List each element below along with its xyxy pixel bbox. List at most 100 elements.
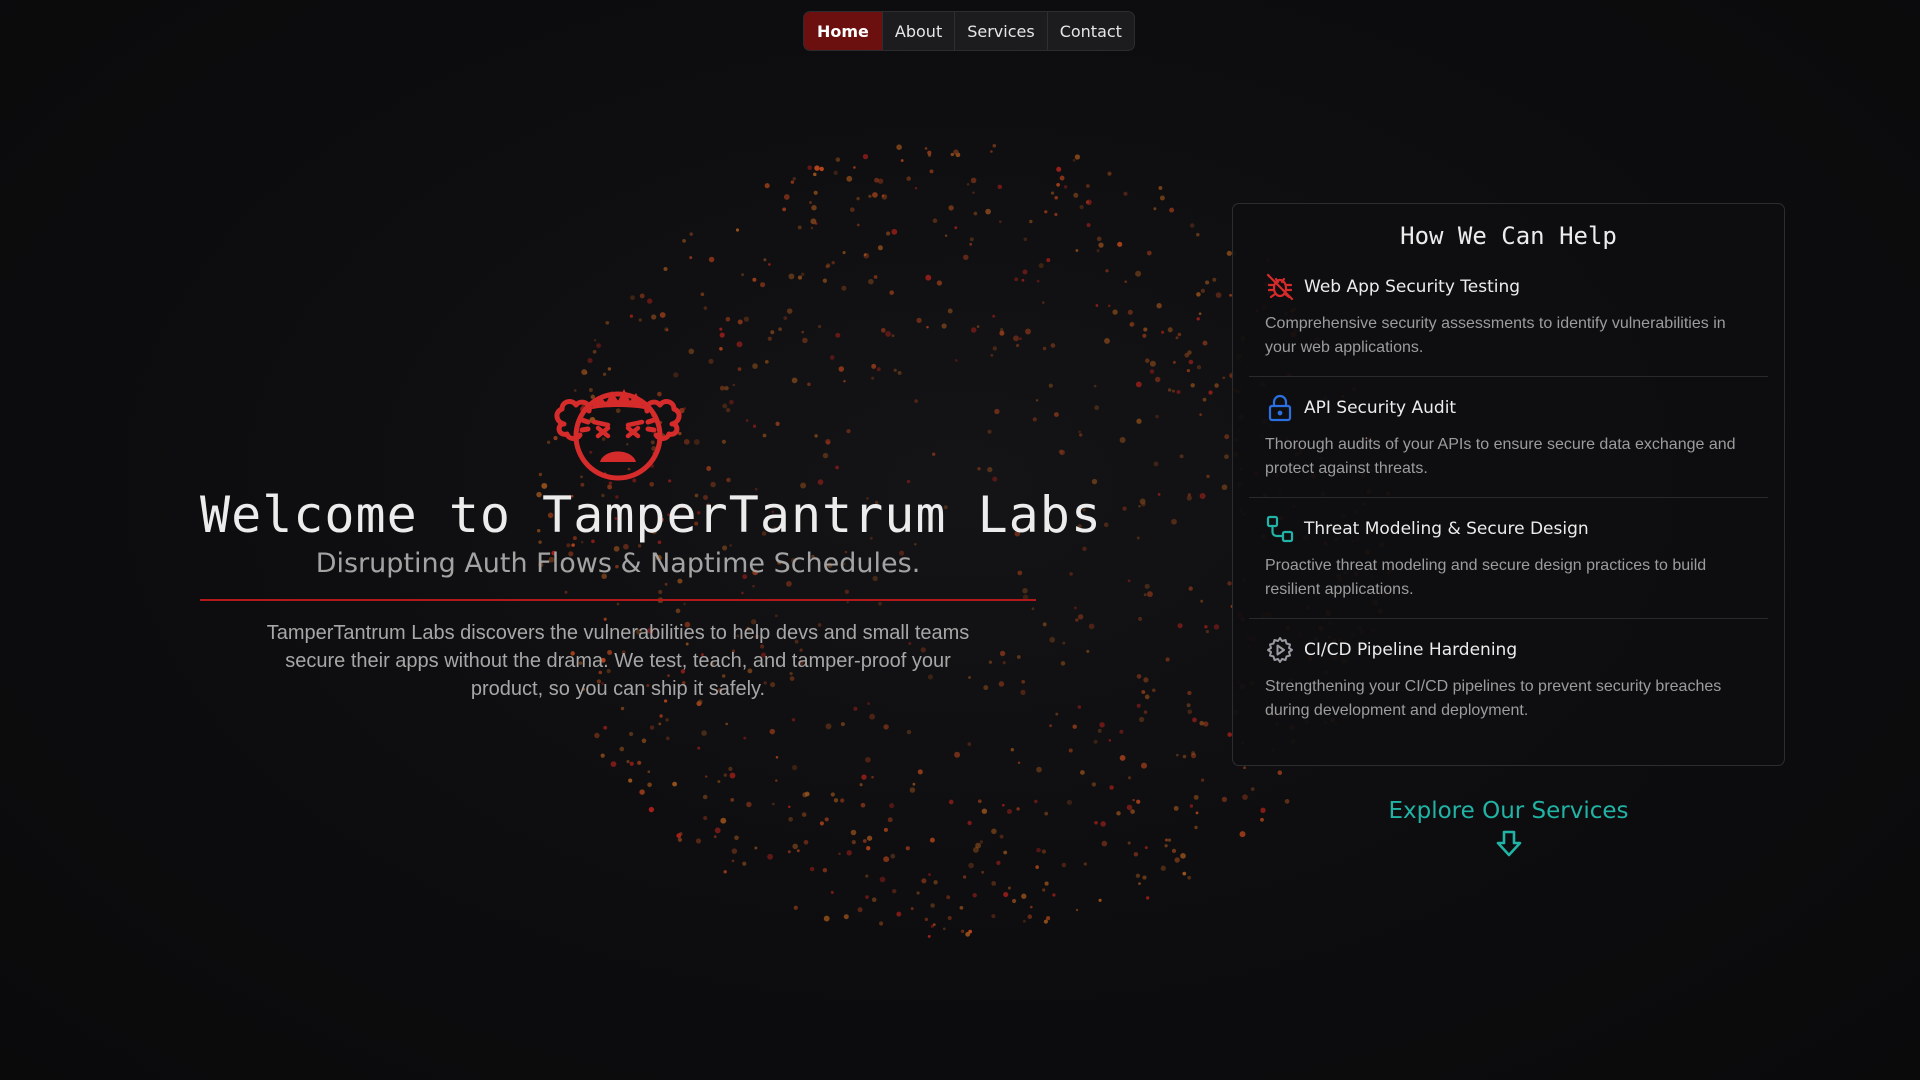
particle [630,295,635,301]
nav-contact[interactable]: Contact [1046,12,1134,50]
particle [916,891,920,895]
particle [1145,358,1150,363]
particle [925,274,932,281]
particle [1098,898,1102,902]
particle [1124,280,1127,283]
particle [1136,799,1141,804]
particle [737,367,742,371]
particle [725,316,731,322]
particle [954,226,958,230]
particle [1149,369,1155,374]
particle [1202,340,1208,346]
particle [764,183,770,189]
particle [1080,770,1085,775]
particle [991,914,996,919]
nav-about[interactable]: About [881,12,954,50]
particle [1160,865,1166,871]
particle [801,812,807,817]
particle [719,332,725,338]
particle [1177,623,1183,629]
hero-subtitle: Disrupting Auth Flows & Naptime Schedule… [200,546,1036,601]
particle [1038,263,1044,269]
particle [1171,389,1176,393]
particle [665,736,670,741]
particle [905,846,910,851]
particle [826,263,831,268]
particle [1139,498,1146,505]
particle [764,359,769,364]
particle [729,772,736,779]
hero-description: TamperTantrum Labs discovers the vulnera… [266,622,970,700]
particle [871,363,877,369]
particle [736,341,743,348]
particle [731,859,735,863]
particle [700,292,705,297]
particle [720,817,727,824]
particle [1135,873,1141,878]
particle [1022,919,1026,923]
particle [868,194,872,198]
particle [924,917,929,922]
particle [1221,484,1228,491]
particle [830,890,834,894]
particle [775,779,778,782]
particle [1046,258,1051,263]
particle [1091,478,1098,485]
particle [861,774,867,780]
particle [929,837,935,843]
particle [965,931,971,937]
particle [928,873,931,876]
particle [1044,881,1049,886]
particle [1073,192,1079,198]
particle [584,371,588,375]
particle [1017,761,1021,765]
particle [648,806,655,813]
particle [676,833,682,839]
arrow-down-icon[interactable] [1494,828,1524,858]
particle [868,278,874,285]
particle [797,275,803,280]
particle [1086,199,1092,206]
particle [719,346,723,351]
particle [835,332,841,338]
particle [1101,840,1108,847]
particle [1192,717,1197,723]
particle [1056,182,1060,187]
particle [1027,914,1033,919]
particle [1157,492,1161,496]
particle [877,178,884,184]
particle [629,761,634,766]
particle [963,254,969,261]
nav-services[interactable]: Services [954,12,1046,50]
particle [735,228,740,232]
particle [791,764,798,771]
particle [1054,212,1058,217]
particle [885,331,891,337]
particle [813,172,817,177]
particle [1167,327,1173,333]
particle [1035,865,1039,870]
particle [1144,694,1150,700]
particle [1093,739,1098,744]
particle [1171,848,1177,854]
explore-services-link[interactable]: Explore Our Services [1232,798,1785,858]
particle [823,915,830,922]
particle [912,782,916,786]
particle [850,829,857,836]
particle [841,285,847,291]
particle [1149,360,1156,367]
particle [1143,593,1147,597]
particle [862,839,867,843]
particle [734,835,739,841]
particle [1250,787,1255,792]
particle [719,327,723,331]
particle [1138,505,1141,508]
particle [970,177,977,184]
nav-home[interactable]: Home [804,12,882,50]
particle [976,325,980,328]
particle [592,349,597,354]
particle [955,359,958,362]
particle [1169,207,1175,213]
particle [665,718,669,722]
particle [1042,301,1045,304]
